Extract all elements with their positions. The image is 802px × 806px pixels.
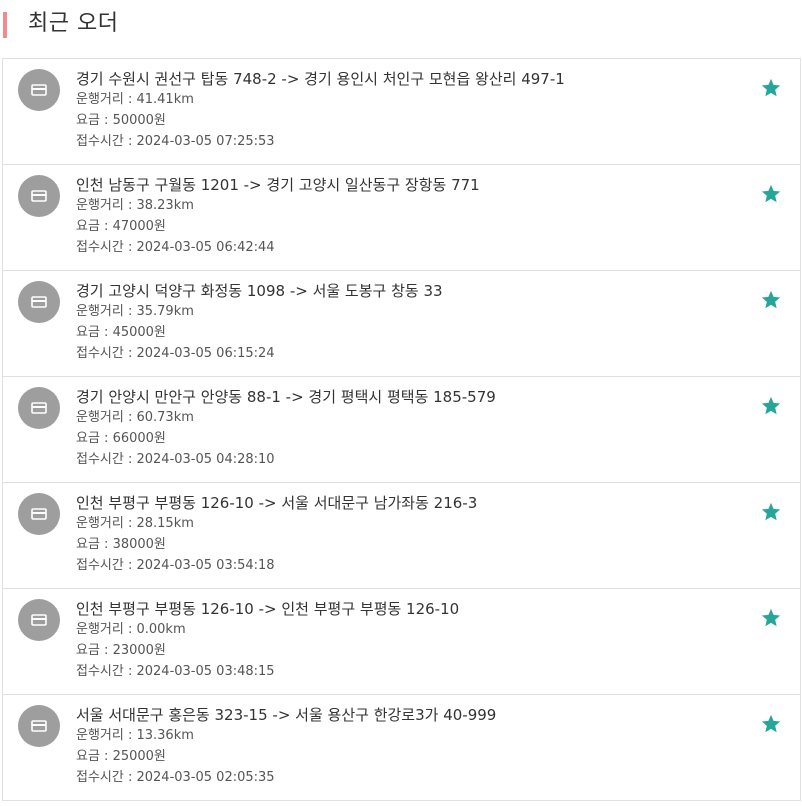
order-list-item[interactable]: 서울 서대문구 홍은동 323-15 -> 서울 용산구 한강로3가 40-99… bbox=[3, 695, 800, 801]
order-distance: 운행거리 : 60.73km bbox=[76, 410, 194, 425]
card-icon bbox=[31, 190, 47, 202]
card-icon-avatar bbox=[18, 493, 60, 535]
order-fare: 요금 : 66000원 bbox=[76, 431, 166, 446]
order-text: 인천 남동구 구월동 1201 -> 경기 고양시 일산동구 장항동 771 운… bbox=[76, 175, 740, 258]
order-fare: 요금 : 23000원 bbox=[76, 643, 166, 658]
star-icon[interactable] bbox=[760, 183, 782, 205]
order-distance: 운행거리 : 28.15km bbox=[76, 516, 194, 531]
order-route: 인천 부평구 부평동 126-10 -> 인천 부평구 부평동 126-10 bbox=[76, 600, 460, 618]
order-route: 인천 부평구 부평동 126-10 -> 서울 서대문구 남가좌동 216-3 bbox=[76, 494, 478, 512]
order-fare: 요금 : 45000원 bbox=[76, 325, 166, 340]
card-icon-avatar bbox=[18, 69, 60, 111]
order-distance: 운행거리 : 0.00km bbox=[76, 622, 186, 637]
order-time: 접수시간 : 2024-03-05 02:05:35 bbox=[76, 770, 275, 785]
order-list-item[interactable]: 경기 고양시 덕양구 화정동 1098 -> 서울 도봉구 창동 33 운행거리… bbox=[3, 271, 800, 377]
order-fare: 요금 : 47000원 bbox=[76, 219, 166, 234]
star-icon[interactable] bbox=[760, 77, 782, 99]
order-list: 경기 수원시 권선구 탑동 748-2 -> 경기 용인시 처인구 모현읍 왕산… bbox=[2, 58, 801, 801]
order-distance: 운행거리 : 35.79km bbox=[76, 304, 194, 319]
card-icon bbox=[31, 296, 47, 308]
card-icon-avatar bbox=[18, 387, 60, 429]
order-text: 경기 안양시 만안구 안양동 88-1 -> 경기 평택시 평택동 185-57… bbox=[76, 387, 740, 470]
order-time: 접수시간 : 2024-03-05 06:15:24 bbox=[76, 346, 275, 361]
order-route: 경기 고양시 덕양구 화정동 1098 -> 서울 도봉구 창동 33 bbox=[76, 282, 443, 300]
order-time: 접수시간 : 2024-03-05 07:25:53 bbox=[76, 134, 275, 149]
card-icon bbox=[31, 614, 47, 626]
card-icon-avatar bbox=[18, 281, 60, 323]
order-text: 경기 고양시 덕양구 화정동 1098 -> 서울 도봉구 창동 33 운행거리… bbox=[76, 281, 740, 364]
card-icon bbox=[31, 402, 47, 414]
order-list-item[interactable]: 인천 부평구 부평동 126-10 -> 서울 서대문구 남가좌동 216-3 … bbox=[3, 483, 800, 589]
order-text: 서울 서대문구 홍은동 323-15 -> 서울 용산구 한강로3가 40-99… bbox=[76, 705, 740, 788]
order-time: 접수시간 : 2024-03-05 06:42:44 bbox=[76, 240, 275, 255]
order-distance: 운행거리 : 38.23km bbox=[76, 198, 194, 213]
star-icon[interactable] bbox=[760, 607, 782, 629]
section-accent-bar bbox=[3, 12, 7, 38]
star-icon[interactable] bbox=[760, 289, 782, 311]
order-route: 서울 서대문구 홍은동 323-15 -> 서울 용산구 한강로3가 40-99… bbox=[76, 706, 497, 724]
card-icon bbox=[31, 84, 47, 96]
order-list-item[interactable]: 경기 안양시 만안구 안양동 88-1 -> 경기 평택시 평택동 185-57… bbox=[3, 377, 800, 483]
card-icon bbox=[31, 720, 47, 732]
card-icon-avatar bbox=[18, 705, 60, 747]
order-list-item[interactable]: 인천 부평구 부평동 126-10 -> 인천 부평구 부평동 126-10 운… bbox=[3, 589, 800, 695]
order-distance: 운행거리 : 13.36km bbox=[76, 728, 194, 743]
section-header: 최근 오더 bbox=[0, 0, 802, 50]
star-icon[interactable] bbox=[760, 395, 782, 417]
recent-orders-page: 최근 오더 경기 수원시 권선구 탑동 748-2 -> 경기 용인시 처인구 … bbox=[0, 0, 802, 806]
card-icon bbox=[31, 508, 47, 520]
order-route: 인천 남동구 구월동 1201 -> 경기 고양시 일산동구 장항동 771 bbox=[76, 176, 480, 194]
order-text: 인천 부평구 부평동 126-10 -> 서울 서대문구 남가좌동 216-3 … bbox=[76, 493, 740, 576]
order-fare: 요금 : 25000원 bbox=[76, 749, 166, 764]
order-fare: 요금 : 50000원 bbox=[76, 113, 166, 128]
card-icon-avatar bbox=[18, 599, 60, 641]
order-route: 경기 안양시 만안구 안양동 88-1 -> 경기 평택시 평택동 185-57… bbox=[76, 388, 496, 406]
star-icon[interactable] bbox=[760, 713, 782, 735]
order-time: 접수시간 : 2024-03-05 03:54:18 bbox=[76, 558, 275, 573]
order-text: 경기 수원시 권선구 탑동 748-2 -> 경기 용인시 처인구 모현읍 왕산… bbox=[76, 69, 740, 152]
card-icon-avatar bbox=[18, 175, 60, 217]
order-fare: 요금 : 38000원 bbox=[76, 537, 166, 552]
order-time: 접수시간 : 2024-03-05 03:48:15 bbox=[76, 664, 275, 679]
order-list-item[interactable]: 경기 수원시 권선구 탑동 748-2 -> 경기 용인시 처인구 모현읍 왕산… bbox=[3, 59, 800, 165]
order-time: 접수시간 : 2024-03-05 04:28:10 bbox=[76, 452, 275, 467]
order-route: 경기 수원시 권선구 탑동 748-2 -> 경기 용인시 처인구 모현읍 왕산… bbox=[76, 70, 565, 88]
star-icon[interactable] bbox=[760, 501, 782, 523]
page-title: 최근 오더 bbox=[28, 11, 119, 36]
order-list-item[interactable]: 인천 남동구 구월동 1201 -> 경기 고양시 일산동구 장항동 771 운… bbox=[3, 165, 800, 271]
order-text: 인천 부평구 부평동 126-10 -> 인천 부평구 부평동 126-10 운… bbox=[76, 599, 740, 682]
order-distance: 운행거리 : 41.41km bbox=[76, 92, 194, 107]
